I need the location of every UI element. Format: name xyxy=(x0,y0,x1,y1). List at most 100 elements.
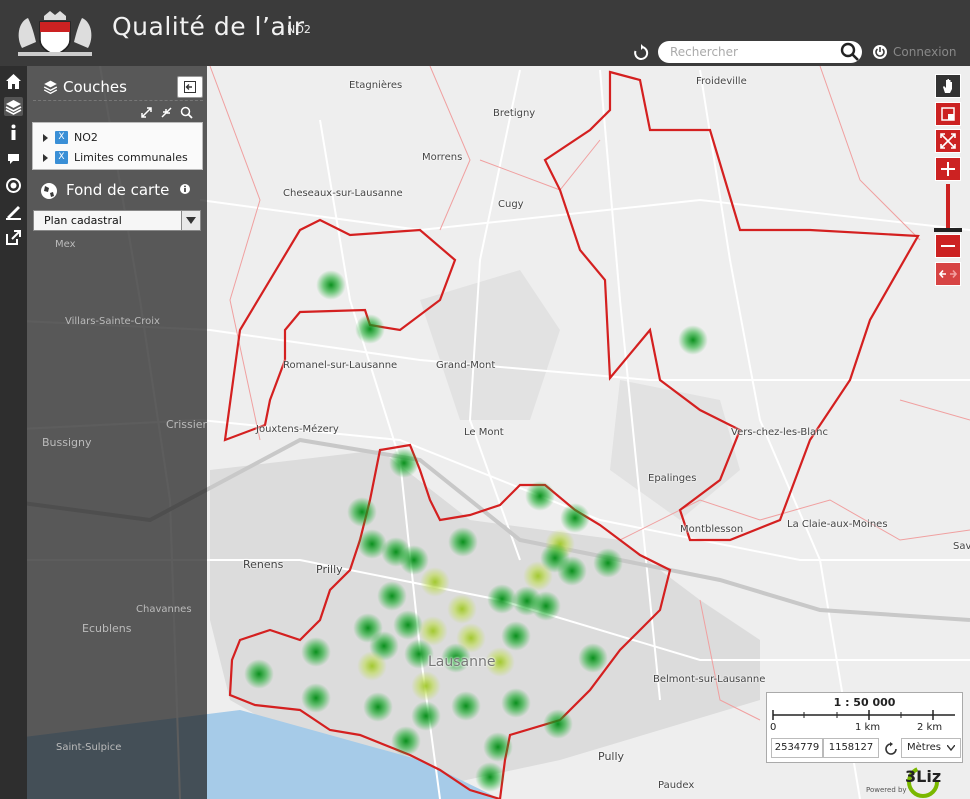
info-icon[interactable] xyxy=(4,123,23,142)
no2-point xyxy=(451,691,481,721)
place-label: Sav xyxy=(953,541,970,552)
info-icon[interactable] xyxy=(180,184,190,194)
place-label: Montblesson xyxy=(680,524,744,535)
zoom-out-button[interactable] xyxy=(935,234,961,258)
scale-ratio: 1 : 50 000 xyxy=(833,696,896,709)
previous-view-button[interactable] xyxy=(935,262,961,286)
refresh-icon[interactable] xyxy=(632,44,650,62)
unit-selected-value: Mètres xyxy=(907,742,941,753)
zoom-slider-track[interactable] xyxy=(946,184,950,228)
layer-checkbox[interactable]: X xyxy=(55,151,68,164)
no2-point xyxy=(347,497,377,527)
login-label: Connexion xyxy=(893,45,957,59)
scale-tick-label: 2 km xyxy=(917,722,943,733)
place-label: La Claie-aux-Moines xyxy=(787,519,888,530)
no2-point xyxy=(391,726,421,756)
basemap-select[interactable]: Plan cadastral xyxy=(33,210,201,231)
home-icon[interactable] xyxy=(4,72,23,91)
no2-point xyxy=(355,314,385,344)
zoom-box-icon xyxy=(941,107,955,121)
power-icon xyxy=(873,45,887,59)
place-label: Epalinges xyxy=(648,473,697,484)
no2-point xyxy=(316,270,346,300)
main-menu xyxy=(0,66,27,799)
place-label: Cheseaux-sur-Lausanne xyxy=(283,188,403,199)
scale-tick-label: 0 xyxy=(770,722,777,733)
place-label: Froideville xyxy=(696,76,747,87)
chevron-down-icon xyxy=(186,217,196,224)
no2-point xyxy=(578,643,608,673)
no2-point xyxy=(678,325,708,355)
layer-label: NO2 xyxy=(74,131,98,144)
place-label: Cugy xyxy=(498,199,524,210)
layer-item-limites-communales[interactable]: X Limites communales xyxy=(43,151,188,164)
search-input[interactable] xyxy=(658,41,862,63)
zoom-extent-button[interactable] xyxy=(935,129,961,153)
place-label: Bretigny xyxy=(493,108,536,119)
place-label: Paudex xyxy=(658,780,695,791)
no2-point xyxy=(411,671,441,701)
place-label: Morrens xyxy=(422,152,463,163)
place-label: Jouxtens-Mézery xyxy=(256,424,339,435)
collapse-panel-button[interactable] xyxy=(177,76,203,98)
zoom-in-button[interactable] xyxy=(935,157,961,181)
measure-icon[interactable] xyxy=(4,202,23,221)
dropdown-arrow[interactable] xyxy=(181,211,200,230)
scale-tick-label: 1 km xyxy=(855,722,881,733)
no2-point xyxy=(543,709,573,739)
layers-panel-header: Couches xyxy=(33,70,203,101)
zoom-to-layer-icon[interactable] xyxy=(180,106,193,119)
comment-icon[interactable] xyxy=(4,149,23,168)
collapse-all-icon[interactable] xyxy=(160,106,173,119)
place-label: Etagnières xyxy=(349,80,403,91)
app-title: Qualité de l’air xyxy=(112,12,305,41)
layer-label: Limites communales xyxy=(74,151,188,164)
expand-arrow-icon[interactable] xyxy=(43,133,48,142)
no2-point xyxy=(483,732,513,762)
layer-tree-tools xyxy=(140,106,200,120)
scale-bar xyxy=(772,710,955,720)
place-label: Vers-chez-les-Blanc xyxy=(731,427,828,438)
zoom-extent-icon xyxy=(940,133,956,149)
place-label: Ecublens xyxy=(82,622,132,635)
place-label: Renens xyxy=(243,558,284,571)
place-label: Romanel-sur-Lausanne xyxy=(283,360,398,371)
zoom-in-icon xyxy=(941,162,955,176)
expand-all-icon[interactable] xyxy=(140,106,153,119)
no2-point xyxy=(357,651,387,681)
share-icon[interactable] xyxy=(4,228,23,247)
powered-by-label: Powered by xyxy=(866,786,907,794)
collapse-arrow-icon xyxy=(184,81,196,93)
no2-point xyxy=(501,621,531,651)
no2-point xyxy=(560,503,590,533)
app-header: Qualité de l’air NO2 Connexion xyxy=(0,0,970,66)
refresh-coordinates-icon[interactable] xyxy=(884,742,898,756)
unit-select[interactable]: Mètres xyxy=(901,738,961,758)
layers-panel: Couches X NO2 X Limites communales Fond … xyxy=(30,66,207,246)
place-label: Chavannes xyxy=(136,604,192,615)
pan-button[interactable] xyxy=(935,74,961,98)
app-subtitle: NO2 xyxy=(287,23,311,36)
place-label: Belmont-sur-Lausanne xyxy=(653,674,766,685)
zoom-slider-handle[interactable] xyxy=(934,228,962,232)
search-icon[interactable] xyxy=(840,42,860,62)
place-label: Pully xyxy=(598,750,625,763)
layers-icon[interactable] xyxy=(4,97,23,116)
layer-item-no2[interactable]: X NO2 xyxy=(43,131,98,144)
layer-tree: X NO2 X Limites communales xyxy=(32,122,203,170)
no2-point xyxy=(525,481,555,511)
coat-of-arms-logo xyxy=(18,11,92,56)
globe-icon xyxy=(41,183,57,199)
locate-icon[interactable] xyxy=(4,176,23,195)
no2-point xyxy=(363,692,393,722)
place-label: Lausanne xyxy=(428,654,496,670)
no2-point xyxy=(244,659,274,689)
no2-point xyxy=(377,581,407,611)
basemap-title: Fond de carte xyxy=(66,181,170,199)
no2-point xyxy=(389,448,419,478)
zoom-box-button[interactable] xyxy=(935,102,961,126)
layer-checkbox[interactable]: X xyxy=(55,131,68,144)
login-button[interactable]: Connexion xyxy=(872,44,957,60)
no2-point xyxy=(420,567,450,597)
expand-arrow-icon[interactable] xyxy=(43,153,48,162)
